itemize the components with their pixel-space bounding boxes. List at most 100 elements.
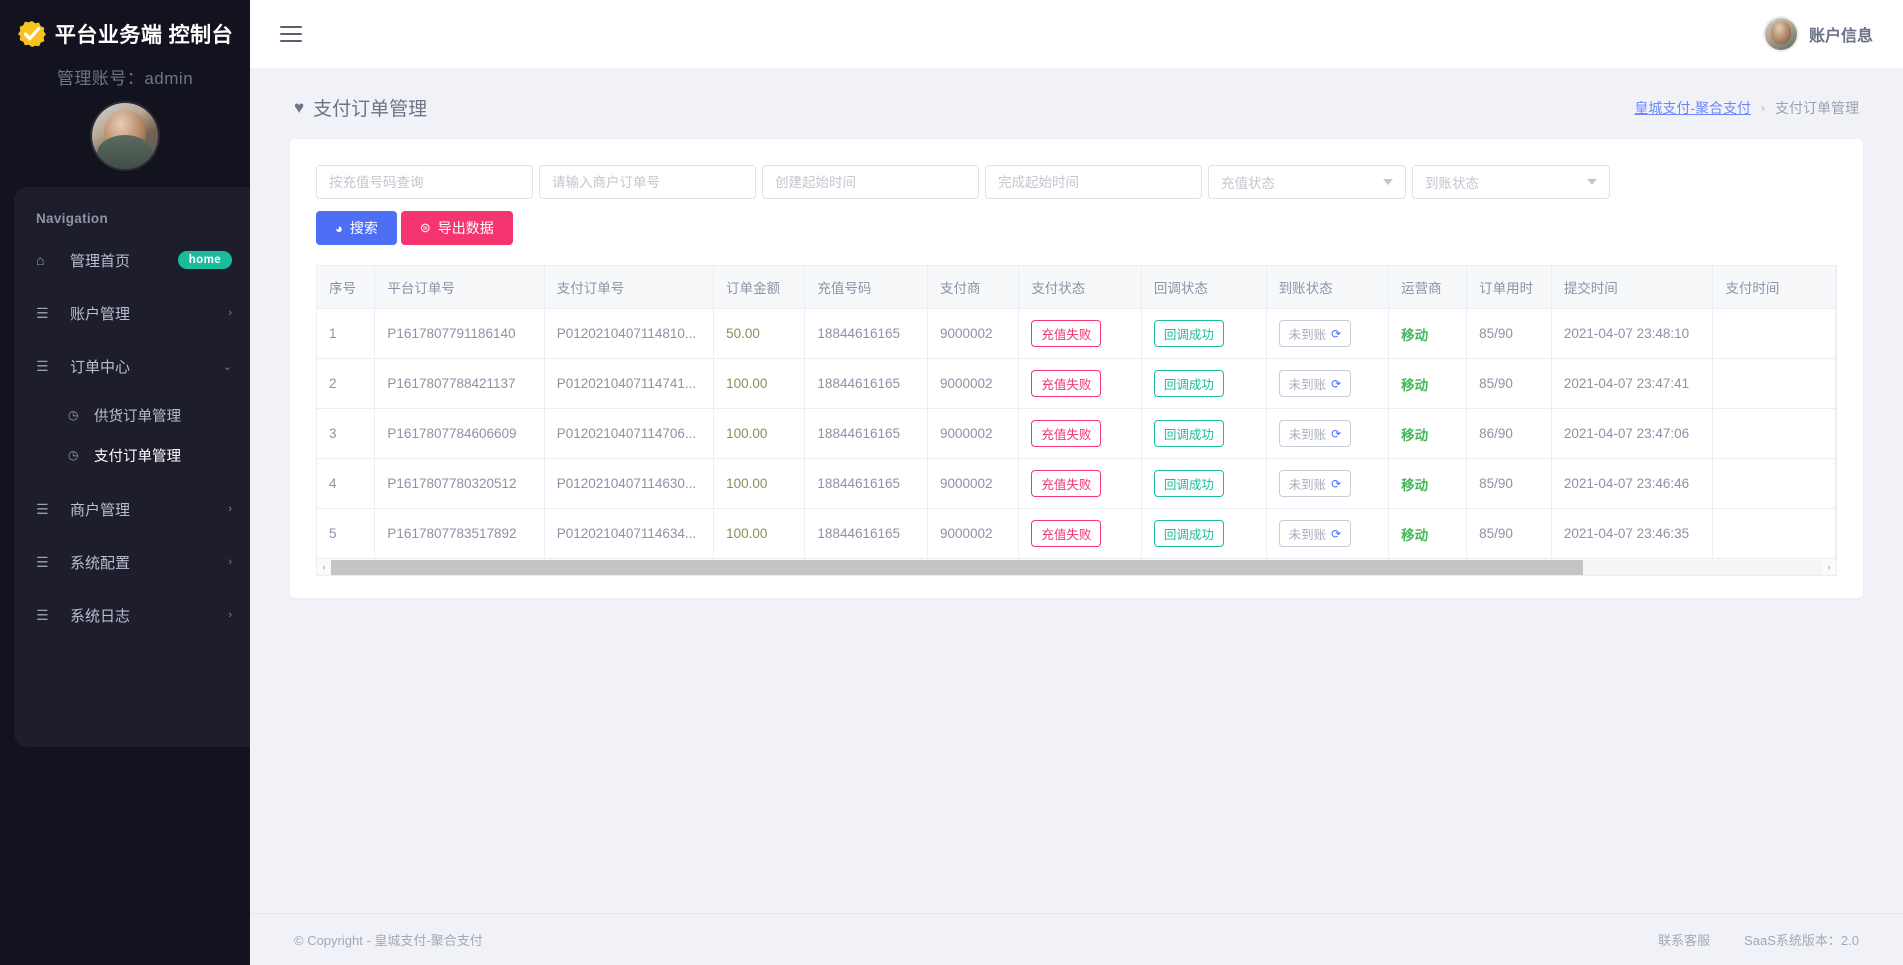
status-badge-pay-fail: 充值失败 [1031,520,1101,547]
list-icon: ☰ [36,501,58,518]
row-index: 2 [317,359,375,409]
pay-status-cell: 充值失败 [1019,359,1142,409]
scroll-left-arrow-icon[interactable]: ‹ [317,562,331,572]
submit-time: 2021-04-07 23:47:41 [1551,359,1713,409]
arrival-status-select[interactable]: 到账状态 [1412,165,1610,199]
row-index: 3 [317,409,375,459]
table-row[interactable]: 5P1617807783517892P0120210407114634...10… [317,509,1836,559]
create-start-time-input[interactable] [762,165,979,199]
refresh-icon[interactable]: ⟳ [1331,377,1341,391]
contact-support-link[interactable]: 联系客服 [1658,930,1710,949]
pay-order-no: P0120210407114634... [544,509,713,559]
status-badge-not-arrived[interactable]: 未到账⟳ [1279,320,1352,347]
col-pay-order: 支付订单号 [544,266,713,309]
nav-section-label: Navigation [14,205,250,238]
sidebar-item-home[interactable]: ⌂ 管理首页 home [14,238,250,282]
pay-order-no: P0120210407114741... [544,359,713,409]
arrival-status-label: 未到账 [1289,424,1327,443]
account-info-button[interactable]: 账户信息 [1765,18,1873,50]
arrival-status-label: 未到账 [1289,474,1327,493]
table-row[interactable]: 2P1617807788421137P0120210407114741...10… [317,359,1836,409]
table-row[interactable]: 4P1617807780320512P0120210407114630...10… [317,459,1836,509]
hamburger-icon[interactable] [280,21,302,47]
orders-table: 序号 平台订单号 支付订单号 订单金额 充值号码 支付商 支付状态 回调状态 到… [317,266,1836,559]
sidebar-item-system-logs[interactable]: ☰ 系统日志 › [14,593,250,637]
merchant-order-input[interactable] [539,165,756,199]
list-icon: ☰ [36,358,58,375]
order-duration: 85/90 [1467,459,1552,509]
recharge-number: 18844616165 [805,409,928,459]
callback-status-cell: 回调成功 [1141,359,1266,409]
sidebar-item-label: 管理首页 [70,250,178,271]
content-area: ♥ 支付订单管理 皇城支付-聚合支付 › 支付订单管理 充值状态 到账 [250,68,1903,913]
status-badge-not-arrived[interactable]: 未到账⟳ [1279,520,1352,547]
sidebar-item-label: 商户管理 [70,499,228,520]
filter-bar: 充值状态 到账状态 [316,165,1837,199]
pay-order-no: P0120210407114706... [544,409,713,459]
arrival-status-cell: 未到账⟳ [1266,509,1389,559]
sidebar-subitem-payment-orders[interactable]: ◷ 支付订单管理 [14,437,250,473]
refresh-icon[interactable]: ⟳ [1331,427,1341,441]
order-amount: 100.00 [714,509,805,559]
pay-time [1713,509,1836,559]
table-row[interactable]: 3P1617807784606609P0120210407114706...10… [317,409,1836,459]
sidebar-subitem-supply-orders[interactable]: ◷ 供货订单管理 [14,397,250,433]
home-badge: home [178,251,232,269]
order-duration: 86/90 [1467,409,1552,459]
payment-provider: 9000002 [927,309,1018,359]
horizontal-scrollbar[interactable]: ‹ › [316,559,1837,576]
arrival-status-cell: 未到账 ⟳ [1266,409,1389,459]
col-index: 序号 [317,266,375,309]
sidebar-item-account-management[interactable]: ☰ 账户管理 › [14,291,250,335]
finish-start-time-input[interactable] [985,165,1202,199]
table-row[interactable]: 1P1617807791186140P0120210407114810...50… [317,309,1836,359]
platform-order-no: P1617807780320512 [375,459,544,509]
row-index: 5 [317,509,375,559]
heart-icon: ♥ [294,98,304,118]
sidebar-item-merchant-management[interactable]: ☰ 商户管理 › [14,487,250,531]
search-icon: ◕ [335,221,343,236]
refresh-icon[interactable]: ⟳ [1331,327,1341,341]
sidebar: 平台业务端 控制台 管理账号：admin Navigation ⌂ 管理首页 h… [0,0,250,965]
refresh-icon[interactable]: ⟳ [1331,527,1341,541]
recharge-number-input[interactable] [316,165,533,199]
recharge-status-select[interactable]: 充值状态 [1208,165,1406,199]
pay-status-cell: 充值失败 [1019,509,1142,559]
submit-time: 2021-04-07 23:48:10 [1551,309,1713,359]
chevron-right-icon: › [228,609,232,621]
sidebar-item-system-config[interactable]: ☰ 系统配置 › [14,540,250,584]
sidebar-item-label: 订单中心 [70,356,223,377]
chevron-right-icon: › [228,556,232,568]
chevron-right-icon: › [228,307,232,319]
scrollbar-track[interactable] [331,560,1822,575]
breadcrumb-link[interactable]: 皇城支付-聚合支付 [1634,98,1751,118]
arrival-status-cell: 未到账⟳ [1266,359,1389,409]
sidebar-item-order-center[interactable]: ☰ 订单中心 ⌄ [14,344,250,388]
breadcrumb-current: 支付订单管理 [1775,98,1859,118]
col-recharge-number: 充值号码 [805,266,928,309]
payment-provider: 9000002 [927,409,1018,459]
search-button[interactable]: ◕ 搜索 [316,211,397,245]
scroll-right-arrow-icon[interactable]: › [1822,562,1836,572]
status-badge-callback-ok: 回调成功 [1154,470,1224,497]
callback-status-cell: 回调成功 [1141,309,1266,359]
pay-time [1713,309,1836,359]
status-badge-not-arrived[interactable]: 未到账 ⟳ [1279,470,1352,497]
callback-status-cell: 回调成功 [1141,509,1266,559]
refresh-icon[interactable]: ⟳ [1331,477,1341,491]
list-icon: ☰ [36,607,58,624]
chevron-right-icon: › [228,503,232,515]
sidebar-item-label: 系统日志 [70,605,228,626]
recharge-number: 18844616165 [805,359,928,409]
pay-status-cell: 充值失败 [1019,459,1142,509]
navigation-panel: Navigation ⌂ 管理首页 home ☰ 账户管理 › ☰ 订单中心 ⌄… [14,187,250,747]
status-badge-not-arrived[interactable]: 未到账 ⟳ [1279,420,1352,447]
order-duration: 85/90 [1467,309,1552,359]
scrollbar-thumb[interactable] [331,560,1583,575]
brand-title: 平台业务端 控制台 [55,19,233,49]
platform-order-no: P1617807791186140 [375,309,544,359]
home-icon: ⌂ [36,252,58,268]
export-button[interactable]: ⊜ 导出数据 [401,211,513,245]
status-badge-not-arrived[interactable]: 未到账⟳ [1279,370,1352,397]
order-amount: 100.00 [714,409,805,459]
